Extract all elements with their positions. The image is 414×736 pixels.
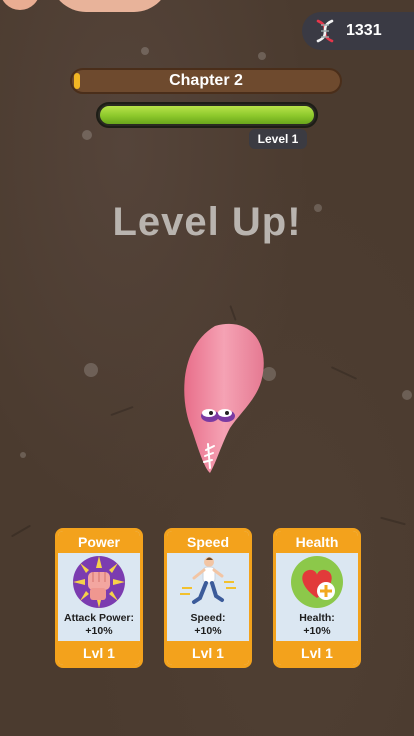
card-level: Lvl 1: [58, 641, 140, 665]
card-desc-line2: +10%: [303, 625, 331, 637]
fist-icon: [58, 553, 140, 611]
currency-counter[interactable]: 1331: [302, 12, 414, 50]
currency-amount: 1331: [346, 22, 382, 39]
dirt-speck: [84, 363, 98, 377]
speed-card[interactable]: Speed Speed: +10% Lvl 1: [164, 528, 252, 668]
health-card[interactable]: Health Health: +10% Lvl 1: [273, 528, 361, 668]
runner-icon: [167, 553, 249, 611]
card-description: Speed: +10%: [167, 612, 249, 638]
dirt-speck: [20, 452, 26, 458]
card-description: Attack Power: +10%: [58, 612, 140, 638]
chapter-progress-bar: Chapter 2: [70, 68, 342, 94]
dna-icon: [316, 19, 334, 43]
card-description: Health: +10%: [276, 612, 358, 638]
xp-progress-fill: [100, 106, 314, 124]
card-level: Lvl 1: [167, 641, 249, 665]
worm-character: [184, 323, 264, 473]
card-level: Lvl 1: [276, 641, 358, 665]
dirt-speck: [82, 130, 92, 140]
card-desc-line1: Attack Power:: [63, 612, 135, 624]
dirt-speck: [258, 52, 266, 60]
card-title: Health: [276, 531, 358, 553]
chapter-label: Chapter 2: [169, 72, 243, 89]
dirt-speck: [141, 47, 149, 55]
card-desc-line1: Health:: [299, 612, 335, 624]
card-desc-line2: +10%: [194, 625, 222, 637]
level-up-banner: Level Up!: [112, 200, 302, 244]
card-title: Power: [58, 531, 140, 553]
xp-progress-bar: [96, 102, 318, 128]
power-card[interactable]: Power Attack Power: +10% Lvl 1: [55, 528, 143, 668]
level-label: Level 1: [249, 129, 307, 149]
card-title: Speed: [167, 531, 249, 553]
card-desc-line1: Speed:: [190, 612, 226, 624]
card-desc-line2: +10%: [85, 625, 113, 637]
upgrade-cards: Power Attack Power: +10% Lvl 1 Speed Spe…: [55, 528, 365, 670]
dirt-speck: [402, 390, 412, 400]
heart-plus-icon: [276, 553, 358, 611]
